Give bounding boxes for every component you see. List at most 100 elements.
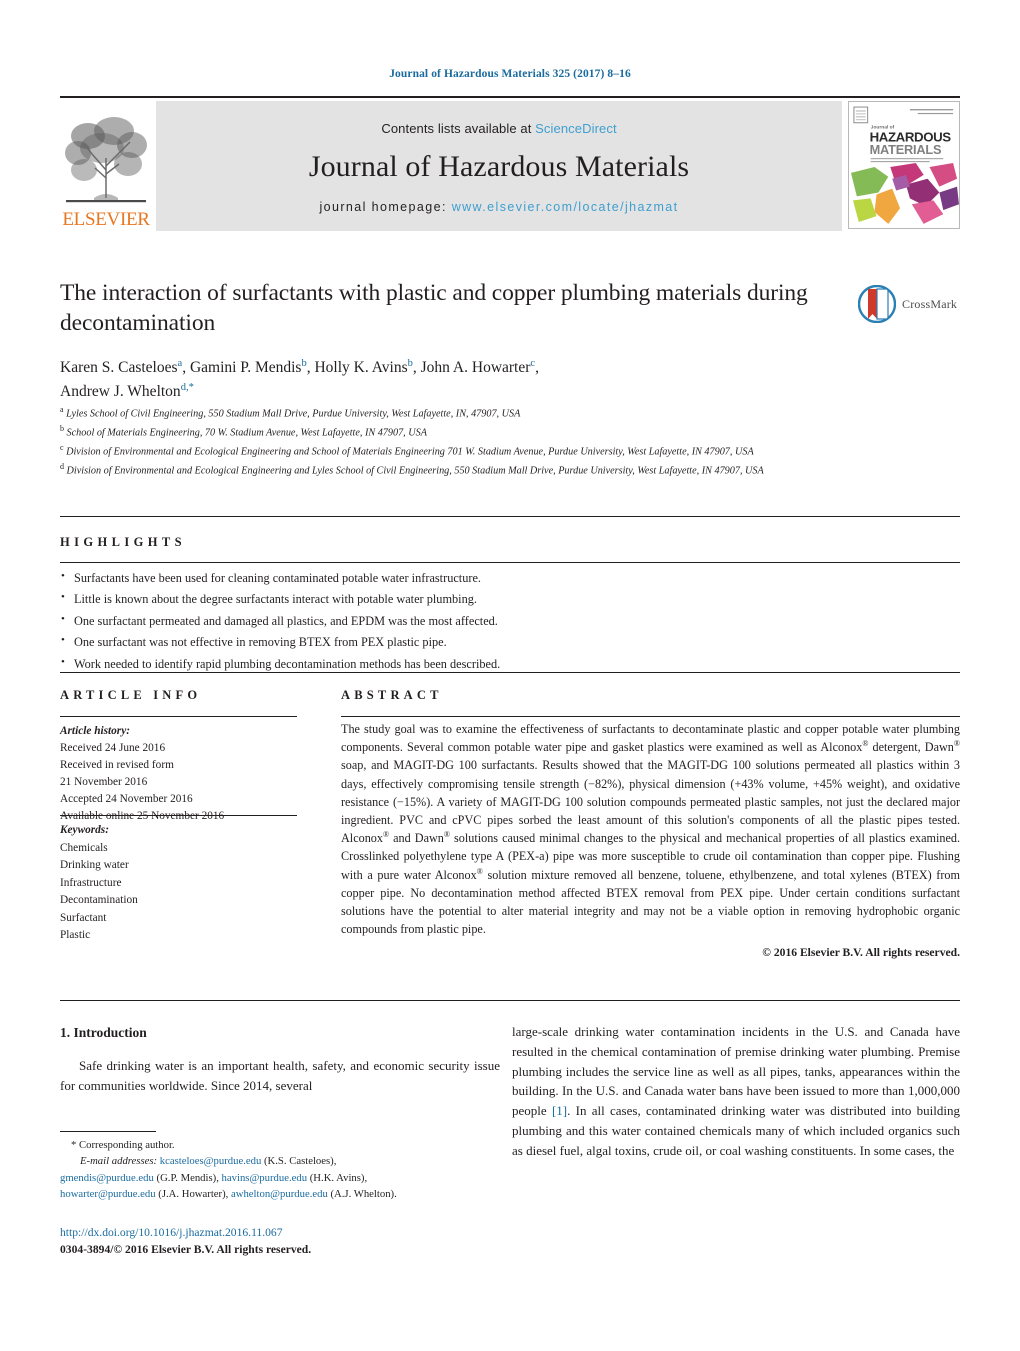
highlight-item: One surfactant was not effective in remo…	[60, 631, 960, 653]
elsevier-wordmark: ELSEVIER	[62, 209, 150, 230]
email-link-howarter[interactable]: howarter@purdue.edu	[60, 1188, 156, 1200]
abstract-text: The study goal was to examine the effect…	[341, 720, 960, 938]
sciencedirect-link[interactable]: ScienceDirect	[535, 121, 617, 136]
journal-cover-thumbnail: Journal of HAZARDOUS MATERIALS	[848, 101, 960, 229]
article-info-heading: ARTICLE INFO	[60, 688, 202, 702]
author-1[interactable]: Karen S. Casteloesa	[60, 358, 182, 376]
registered-mark-2: ®	[953, 739, 960, 749]
title-block: The interaction of surfactants with plas…	[60, 278, 850, 403]
email-owner-whelton: (A.J. Whelton).	[327, 1187, 397, 1200]
crossmark-icon[interactable]	[857, 284, 897, 324]
rule-above-keywords	[60, 815, 297, 816]
author-sep-1: ,	[182, 359, 187, 377]
affiliation-c-marker: c	[60, 442, 64, 452]
rule-above-article-info	[60, 672, 960, 673]
article-title: The interaction of surfactants with plas…	[60, 280, 808, 337]
author-list: Karen S. Casteloesa, Gamini P. Mendisb, …	[60, 356, 850, 403]
abstract-part-4: and Dawn	[389, 831, 444, 846]
history-accepted: Accepted 24 November 2016	[60, 792, 193, 805]
affiliation-b-marker: b	[60, 423, 64, 433]
corresponding-author-note: * Corresponding author.	[71, 1139, 175, 1151]
footnote-rule	[60, 1131, 156, 1132]
author-sep-4: ,	[535, 359, 539, 377]
history-revised-date: 21 November 2016	[60, 775, 148, 788]
email-owner-howarter: (J.A. Howarter),	[155, 1187, 229, 1200]
abstract-copyright: © 2016 Elsevier B.V. All rights reserved…	[762, 946, 960, 959]
affiliation-b: b School of Materials Engineering, 70 W.…	[60, 423, 427, 439]
issn-copyright-line: 0304-3894/© 2016 Elsevier B.V. All right…	[60, 1243, 312, 1257]
doi-block: http://dx.doi.org/10.1016/j.jhazmat.2016…	[60, 1224, 520, 1259]
masthead-center: Contents lists available at ScienceDirec…	[156, 101, 842, 231]
email-link-casteloes[interactable]: kcasteloes@purdue.edu	[160, 1155, 262, 1167]
keywords-block: Keywords: Chemicals Drinking water Infra…	[60, 822, 310, 945]
crossmark-label: CrossMark	[902, 296, 958, 311]
contents-prefix: Contents lists available at	[381, 120, 536, 136]
history-received: Received 24 June 2016	[60, 741, 166, 754]
intro-paragraph-right: large-scale drinking water contamination…	[512, 1022, 960, 1160]
elsevier-logo: ELSEVIER	[60, 101, 152, 231]
affiliation-a-marker: a	[60, 405, 64, 414]
author-4[interactable]: John A. Howarterc	[421, 358, 535, 376]
abstract-part-2: detergent, Dawn	[868, 740, 954, 755]
author-2[interactable]: Gamini P. Mendisb	[190, 358, 307, 376]
running-head: Journal of Hazardous Materials 325 (2017…	[389, 68, 631, 80]
rule-abstract	[341, 716, 960, 717]
email-owner-casteloes: (K.S. Casteloes),	[261, 1155, 337, 1168]
homepage-url-link[interactable]: www.elsevier.com/locate/jhazmat	[452, 200, 679, 214]
highlight-item: Surfactants have been used for cleaning …	[60, 567, 960, 589]
rule-article-info	[60, 716, 297, 717]
journal-homepage-line: journal homepage: www.elsevier.com/locat…	[319, 200, 678, 214]
rule-above-body	[60, 1000, 960, 1001]
body-column-left: Safe drinking water is an important heal…	[60, 1056, 500, 1096]
citation-reference-1[interactable]: [1]	[552, 1103, 567, 1118]
email-addresses-label: E-mail addresses:	[80, 1155, 158, 1168]
highlights-heading: HIGHLIGHTS	[60, 535, 186, 549]
email-owner-mendis: (G.P. Mendis),	[153, 1171, 219, 1184]
highlight-item: Little is known about the degree surfact…	[60, 588, 960, 610]
rule-above-highlights	[60, 516, 960, 517]
author-5-affil-marker: d,*	[180, 381, 194, 393]
section-heading-introduction: 1. Introduction	[60, 1025, 147, 1040]
footnote-block: * Corresponding author. E-mail addresses…	[60, 1137, 510, 1202]
email-addresses-line-2: gmendis@purdue.edu (G.P. Mendis), havins…	[60, 1170, 510, 1186]
elsevier-tree-icon	[62, 112, 150, 209]
keyword-item: Infrastructure	[60, 876, 122, 889]
author-3[interactable]: Holly K. Avinsb	[314, 358, 412, 376]
email-link-mendis[interactable]: gmendis@purdue.edu	[60, 1172, 154, 1184]
keyword-item: Drinking water	[60, 859, 129, 871]
highlights-list: Surfactants have been used for cleaning …	[60, 567, 960, 675]
contents-available-line: Contents lists available at ScienceDirec…	[381, 121, 616, 136]
keyword-item: Chemicals	[60, 841, 108, 854]
email-link-avins[interactable]: havins@purdue.edu	[222, 1172, 308, 1184]
journal-masthead: ELSEVIER Contents lists available at Sci…	[60, 96, 960, 231]
rule-below-highlights-heading	[60, 562, 960, 563]
intro-paragraph-left: Safe drinking water is an important heal…	[60, 1058, 500, 1093]
intro-right-part-b: . In all cases, contaminated drinking wa…	[512, 1103, 960, 1158]
homepage-prefix: journal homepage:	[319, 199, 452, 214]
article-history-label: Article history:	[60, 725, 130, 737]
keyword-item: Plastic	[60, 929, 91, 941]
article-history: Article history: Received 24 June 2016 R…	[60, 723, 310, 825]
affiliation-c: c Division of Environmental and Ecologic…	[60, 442, 754, 458]
affiliation-d-marker: d	[60, 461, 64, 471]
author-5[interactable]: Andrew J. Wheltond,*	[60, 381, 194, 400]
article-first-page: Journal of Hazardous Materials 325 (2017…	[0, 0, 1020, 1351]
keywords-label: Keywords:	[60, 824, 109, 836]
keyword-item: Decontamination	[60, 894, 138, 906]
doi-link[interactable]: http://dx.doi.org/10.1016/j.jhazmat.2016…	[60, 1224, 520, 1241]
svg-text:MATERIALS: MATERIALS	[870, 142, 942, 157]
masthead-top-rule	[60, 96, 960, 98]
email-owner-avins: (H.K. Avins),	[307, 1171, 368, 1184]
crossmark-badge[interactable]: CrossMark	[857, 283, 962, 325]
history-revised-label: Received in revised form	[60, 758, 174, 771]
abstract-heading: ABSTRACT	[341, 688, 443, 702]
highlight-item: One surfactant permeated and damaged all…	[60, 610, 960, 632]
email-addresses-line: E-mail addresses: kcasteloes@purdue.edu …	[60, 1153, 510, 1169]
author-sep-3: ,	[412, 359, 417, 377]
email-link-whelton[interactable]: awhelton@purdue.edu	[231, 1188, 328, 1200]
keyword-item: Surfactant	[60, 911, 107, 924]
affiliation-list: a Lyles School of Civil Engineering, 550…	[60, 404, 950, 480]
affiliation-a: a Lyles School of Civil Engineering, 550…	[60, 405, 521, 420]
journal-title: Journal of Hazardous Materials	[308, 149, 690, 183]
body-column-right: large-scale drinking water contamination…	[512, 1022, 960, 1160]
